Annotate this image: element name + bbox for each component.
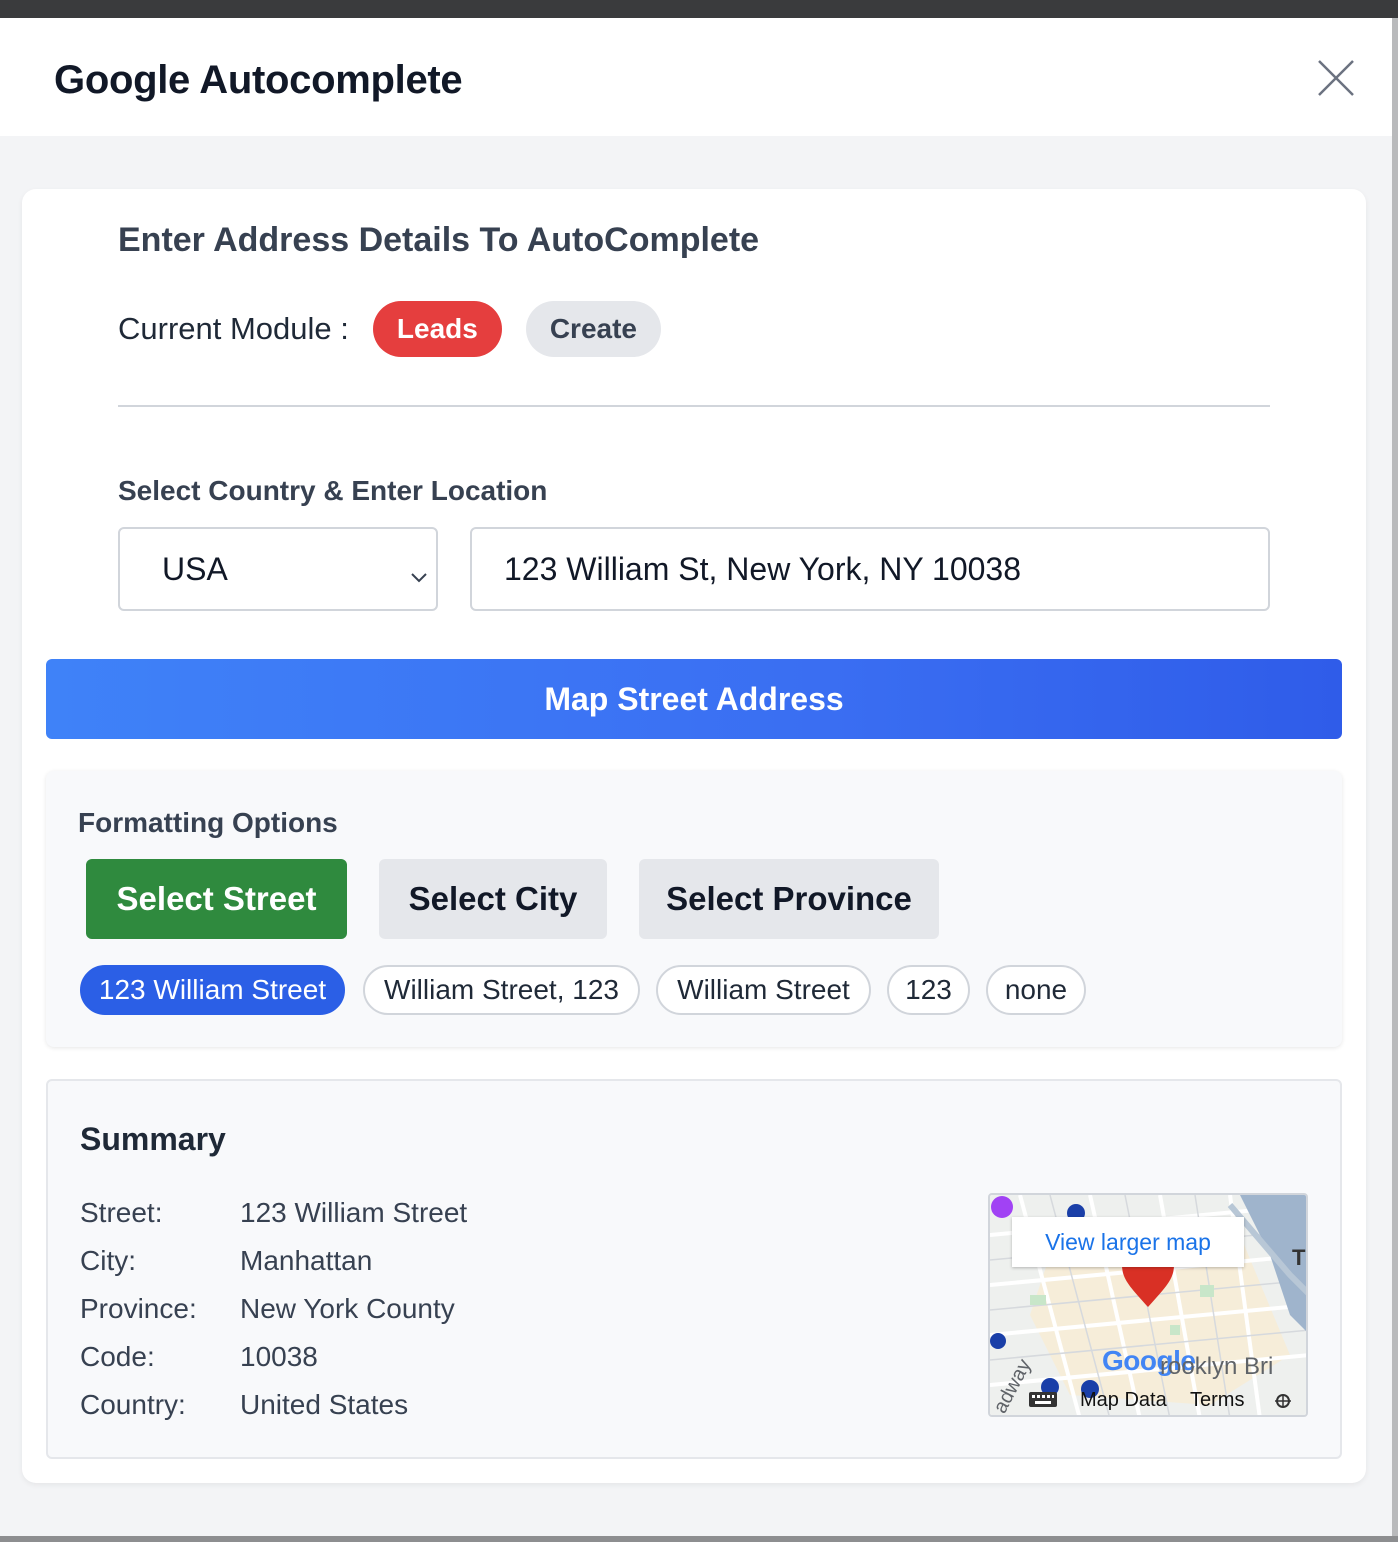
address-card: Enter Address Details To AutoComplete Cu… — [22, 189, 1366, 1483]
summary-key: Country: — [80, 1389, 186, 1420]
window-bottom-strip — [0, 1536, 1398, 1542]
summary-key: Code: — [80, 1341, 155, 1372]
format-chip-none[interactable]: none — [986, 965, 1086, 1015]
summary-value: 10038 — [240, 1341, 318, 1372]
chevron-down-icon — [408, 559, 430, 583]
modal-title: Google Autocomplete — [54, 58, 463, 102]
close-icon[interactable] — [1314, 56, 1358, 100]
current-module-row: Current Module : Leads Create — [118, 301, 661, 357]
format-chip-123-william-street[interactable]: 123 William Street — [80, 965, 345, 1015]
country-select[interactable]: USA — [118, 527, 438, 611]
format-chip-123[interactable]: 123 — [887, 965, 970, 1015]
divider — [118, 405, 1270, 407]
summary-row-street: Street: 123 William Street — [80, 1197, 467, 1237]
report-bug-icon[interactable] — [1272, 1389, 1294, 1415]
map-data-link[interactable]: Map Data — [1080, 1389, 1167, 1412]
window-top-strip — [0, 0, 1398, 18]
module-badge-leads: Leads — [372, 301, 502, 357]
location-field-label: Select Country & Enter Location — [118, 475, 548, 506]
map-edge-label: T — [1292, 1245, 1306, 1270]
select-city-button[interactable]: Select City — [379, 859, 607, 939]
summary-panel: Summary Street: 123 William Street City:… — [46, 1079, 1342, 1459]
view-larger-map-link[interactable]: View larger map — [1012, 1217, 1244, 1267]
summary-title: Summary — [80, 1121, 226, 1157]
location-input[interactable]: 123 William St, New York, NY 10038 — [470, 527, 1270, 611]
embedded-map[interactable]: T adway Google rooklyn Bri View larger m… — [988, 1193, 1308, 1417]
summary-value: New York County — [240, 1293, 455, 1324]
formatting-options-title: Formatting Options — [78, 807, 338, 838]
map-terms-link[interactable]: Terms — [1190, 1389, 1244, 1412]
modal-header: Google Autocomplete — [0, 18, 1392, 136]
summary-value: 123 William Street — [240, 1197, 468, 1228]
map-footer: Map Data Terms — [990, 1385, 1306, 1415]
format-chip-william-street[interactable]: William Street — [656, 965, 871, 1015]
page-scrollbar[interactable] — [1392, 18, 1398, 1542]
module-badge-create: Create — [525, 301, 661, 357]
select-province-button[interactable]: Select Province — [639, 859, 939, 939]
formatting-options-panel: Formatting Options Select Street Select … — [46, 771, 1342, 1047]
summary-key: Province: — [80, 1293, 197, 1324]
keyboard-shortcuts-icon[interactable] — [1028, 1389, 1058, 1415]
summary-key: Street: — [80, 1197, 163, 1228]
country-selected-value: USA — [162, 550, 228, 587]
summary-row-code: Code: 10038 — [80, 1341, 318, 1381]
module-label: Current Module : — [118, 311, 349, 346]
map-place-label: rooklyn Bri — [1160, 1353, 1274, 1380]
format-chip-william-street-123[interactable]: William Street, 123 — [363, 965, 640, 1015]
summary-key: City: — [80, 1245, 136, 1276]
summary-value: United States — [240, 1389, 409, 1420]
summary-value: Manhattan — [240, 1245, 373, 1276]
section-title: Enter Address Details To AutoComplete — [118, 221, 760, 259]
select-street-button[interactable]: Select Street — [86, 859, 347, 939]
location-input-value: 123 William St, New York, NY 10038 — [504, 550, 1021, 587]
summary-row-city: City: Manhattan — [80, 1245, 372, 1285]
map-street-address-button[interactable]: Map Street Address — [46, 659, 1342, 739]
autocomplete-modal: Google Autocomplete Enter Address Detail… — [0, 18, 1392, 1536]
summary-row-province: Province: New York County — [80, 1293, 455, 1333]
summary-row-country: Country: United States — [80, 1389, 408, 1429]
